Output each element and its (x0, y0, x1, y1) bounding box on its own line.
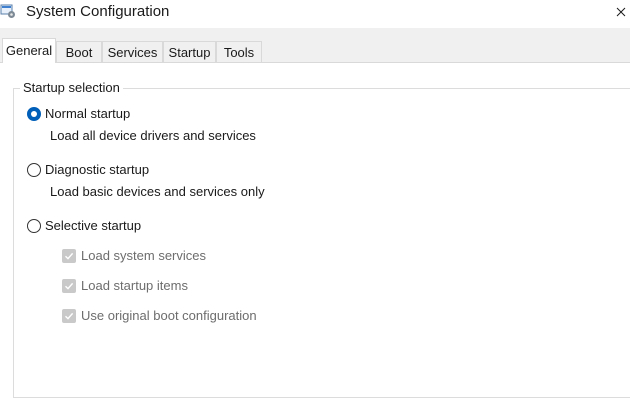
tab-boot[interactable]: Boot (56, 41, 102, 62)
diagnostic-startup-description: Load basic devices and services only (50, 184, 265, 199)
selective-startup-label: Selective startup (45, 218, 142, 233)
tab-tools[interactable]: Tools (216, 41, 262, 62)
startup-selection-legend: Startup selection (20, 80, 123, 95)
selective-startup-radio[interactable]: Selective startup (27, 218, 141, 233)
normal-startup-radio[interactable]: Normal startup (27, 106, 130, 121)
tab-services[interactable]: Services (102, 41, 163, 62)
checkmark-icon (62, 248, 76, 263)
checkmark-icon (62, 308, 76, 323)
tab-startup[interactable]: Startup (163, 41, 216, 62)
window-title: System Configuration (26, 3, 170, 20)
system-configuration-window: System Configuration General Boot Servic… (0, 0, 630, 409)
checkmark-icon (62, 278, 76, 293)
radio-selected-icon (27, 106, 41, 121)
use-original-boot-configuration-checkbox[interactable]: Use original boot configuration (62, 308, 257, 323)
radio-unselected-icon (27, 218, 41, 233)
system-configuration-icon (0, 3, 16, 19)
load-system-services-label: Load system services (81, 248, 206, 263)
general-tab-page: Startup selection Normal startup Load al… (0, 62, 630, 409)
title-bar: System Configuration (0, 0, 630, 28)
load-system-services-checkbox[interactable]: Load system services (62, 248, 206, 263)
normal-startup-label: Normal startup (45, 106, 131, 121)
radio-unselected-icon (27, 162, 41, 177)
normal-startup-description: Load all device drivers and services (50, 128, 256, 143)
diagnostic-startup-radio[interactable]: Diagnostic startup (27, 162, 149, 177)
close-button[interactable] (612, 0, 630, 24)
tab-strip: General Boot Services Startup Tools (0, 38, 630, 63)
diagnostic-startup-label: Diagnostic startup (45, 162, 150, 177)
load-startup-items-checkbox[interactable]: Load startup items (62, 278, 188, 293)
load-startup-items-label: Load startup items (81, 278, 188, 293)
close-icon (616, 5, 626, 20)
tab-general[interactable]: General (2, 38, 56, 63)
use-original-boot-configuration-label: Use original boot configuration (81, 308, 257, 323)
